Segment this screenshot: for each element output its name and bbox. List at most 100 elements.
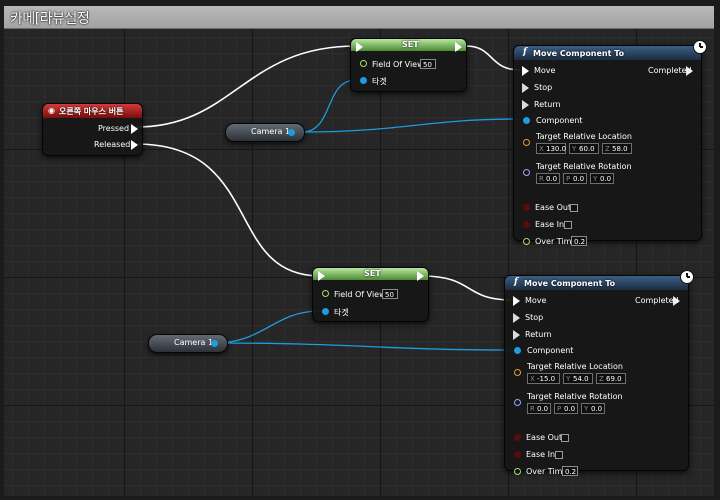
component-input-pin[interactable] xyxy=(523,117,530,124)
ease-out-pin[interactable] xyxy=(514,434,521,441)
fov-input-pin[interactable] xyxy=(360,60,367,67)
fov-input-pin[interactable] xyxy=(322,290,329,297)
x-value: 130.0 xyxy=(546,145,567,153)
ease-in-pin[interactable] xyxy=(523,221,530,228)
ease-in-checkbox[interactable] xyxy=(555,451,563,459)
latent-clock-icon xyxy=(693,40,707,54)
completed-exec-pin[interactable] xyxy=(673,296,680,306)
target-input-pin[interactable] xyxy=(322,308,329,315)
ease-out-checkbox[interactable] xyxy=(561,434,569,442)
rotation-y-field[interactable]: Y 0.0 xyxy=(581,403,605,414)
move-label: Move xyxy=(525,296,547,305)
z-axis-label: Z xyxy=(599,375,604,383)
camera-label: Camera 1 xyxy=(251,127,291,136)
graph-canvas[interactable]: ◉ 오른쪽 마우스 버튼 Pressed Released Camera 1 C… xyxy=(4,29,714,496)
set-exec-out-pin[interactable] xyxy=(417,271,424,281)
graph-title: 카메[라뷰설정 xyxy=(10,11,90,27)
ease-out-pin[interactable] xyxy=(523,204,530,211)
fov-value-field[interactable]: 50 xyxy=(420,59,436,69)
function-icon: f xyxy=(514,277,518,287)
rotation-y-field[interactable]: Y 0.0 xyxy=(590,173,614,184)
set-fov-node[interactable]: SET Field Of View 50 타겟 xyxy=(350,38,467,92)
r-value: 0.0 xyxy=(537,405,549,413)
ease-out-label: Ease Out xyxy=(526,433,563,442)
location-input-pin[interactable] xyxy=(514,369,521,376)
completed-exec-pin[interactable] xyxy=(686,66,693,76)
set-fov-node[interactable]: SET Field Of View 50 타겟 xyxy=(312,267,429,322)
move-exec-pin[interactable] xyxy=(513,296,520,306)
graph-title-bar: 카메[라뷰설정 xyxy=(4,6,714,29)
over-time-field[interactable]: 0.2 xyxy=(571,236,587,246)
location-y-field[interactable]: Y 54.0 xyxy=(563,373,593,384)
fov-label: Field Of View xyxy=(334,290,386,299)
camera1-variable-node[interactable]: Camera 1 xyxy=(148,334,228,353)
released-exec-pin[interactable] xyxy=(131,140,138,150)
return-exec-pin[interactable] xyxy=(522,100,529,110)
target-label: 타겟 xyxy=(372,77,387,86)
rotation-input-pin[interactable] xyxy=(514,399,521,406)
ease-in-label: Ease In xyxy=(526,450,556,459)
y-axis-label: Y xyxy=(572,145,577,153)
ease-in-checkbox[interactable] xyxy=(564,221,572,229)
location-x-field[interactable]: X 130.0 xyxy=(536,143,566,154)
move-label: Move xyxy=(534,66,556,75)
wire-camera1-to-target1 xyxy=(301,79,357,133)
yaw-value: 0.0 xyxy=(600,175,612,183)
component-label: Component xyxy=(527,346,574,355)
stop-exec-pin[interactable] xyxy=(513,313,520,323)
y-value: 54.0 xyxy=(573,375,589,383)
location-x-field[interactable]: X -15.0 xyxy=(527,373,560,384)
wire-set1-to-move1 xyxy=(465,45,521,71)
over-time-pin[interactable] xyxy=(523,238,530,245)
location-input-pin[interactable] xyxy=(523,139,530,146)
move-node-title: Move Component To xyxy=(533,49,625,58)
camera1-variable-node[interactable]: Camera 1 xyxy=(225,123,305,142)
target-input-pin[interactable] xyxy=(360,77,367,84)
fov-label: Field Of View xyxy=(372,60,424,69)
over-time-field[interactable]: 0.2 xyxy=(562,466,578,476)
yaw-axis-label: Y xyxy=(593,175,598,183)
location-z-field[interactable]: Z 69.0 xyxy=(596,373,626,384)
stop-exec-pin[interactable] xyxy=(522,83,529,93)
ease-in-pin[interactable] xyxy=(514,451,521,458)
rotation-r-field[interactable]: R 0.0 xyxy=(536,173,560,184)
r-value: 0.0 xyxy=(546,175,558,183)
component-input-pin[interactable] xyxy=(514,347,521,354)
pressed-exec-pin[interactable] xyxy=(131,124,138,134)
camera-label: Camera 1 xyxy=(174,338,214,347)
event-node-right-mouse-button[interactable]: ◉ 오른쪽 마우스 버튼 Pressed Released xyxy=(42,103,143,156)
location-y-field[interactable]: Y 60.0 xyxy=(569,143,599,154)
move-exec-pin[interactable] xyxy=(522,66,529,76)
set-exec-in-pin[interactable] xyxy=(356,42,363,52)
rotation-p-field[interactable]: P 0.0 xyxy=(563,173,587,184)
yaw-axis-label: Y xyxy=(584,405,589,413)
return-exec-pin[interactable] xyxy=(513,330,520,340)
location-z-field[interactable]: Z 58.0 xyxy=(602,143,632,154)
return-label: Return xyxy=(525,330,552,339)
ease-out-checkbox[interactable] xyxy=(570,204,578,212)
rotation-r-field[interactable]: R 0.0 xyxy=(527,403,551,414)
camera-output-pin[interactable] xyxy=(288,129,295,136)
rotation-p-field[interactable]: P 0.0 xyxy=(554,403,578,414)
target-label: 타겟 xyxy=(334,308,349,317)
wire-pressed-to-set1 xyxy=(135,45,357,128)
p-axis-label: P xyxy=(557,405,562,413)
rotation-input-pin[interactable] xyxy=(523,169,530,176)
p-value: 0.0 xyxy=(573,175,585,183)
set-exec-in-pin[interactable] xyxy=(318,271,325,281)
p-axis-label: P xyxy=(566,175,571,183)
wire-released-to-set2 xyxy=(135,143,321,277)
camera-output-pin[interactable] xyxy=(211,340,218,347)
move-node-title: Move Component To xyxy=(524,279,616,288)
wire-set2-to-move2 xyxy=(421,275,512,301)
z-axis-label: Z xyxy=(605,145,610,153)
event-node-title: 오른쪽 마우스 버튼 xyxy=(59,107,124,116)
y-value: 60.0 xyxy=(579,145,595,153)
set-exec-out-pin[interactable] xyxy=(455,42,462,52)
over-time-pin[interactable] xyxy=(514,468,521,475)
fov-value-field[interactable]: 50 xyxy=(382,289,398,299)
location-label: Target Relative Location xyxy=(536,132,632,141)
move-component-to-node[interactable]: f Move Component To Move Completed Stop … xyxy=(504,270,694,476)
yaw-value: 0.0 xyxy=(591,405,603,413)
move-component-to-node[interactable]: f Move Component To Move Completed Stop … xyxy=(513,40,707,246)
